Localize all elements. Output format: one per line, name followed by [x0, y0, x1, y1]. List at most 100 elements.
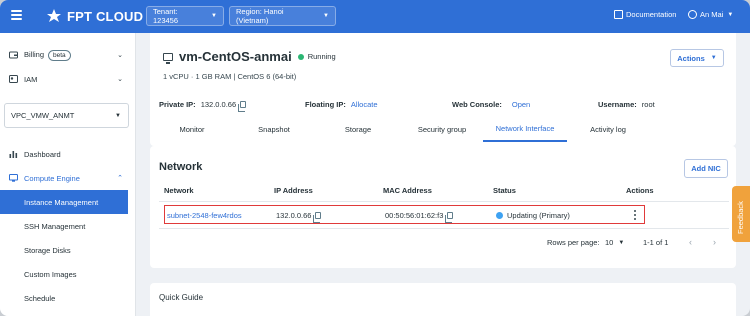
user-name: An Mai [700, 10, 724, 19]
ip-cell: 132.0.0.66 [276, 211, 322, 223]
web-console-info: Web Console: Open [452, 100, 530, 109]
sidebar-item-ssh-management[interactable]: SSH Management [0, 214, 128, 238]
sidebar-item-dashboard[interactable]: Dashboard [0, 143, 136, 165]
column-header-ip-address: IP Address [274, 186, 313, 195]
app-window: FPT CLOUD Tenant: 123456 ▼ Region: Hanoi… [0, 0, 750, 316]
tab-monitor[interactable]: Monitor [160, 117, 224, 142]
sidebar-item-label: Dashboard [24, 149, 61, 159]
status-cell: Updating (Primary) [496, 211, 570, 220]
column-header-actions: Actions [626, 186, 654, 195]
chevron-down-icon: ▼ [618, 239, 625, 246]
floating-ip-info: Floating IP: Allocate [305, 100, 378, 109]
status-dot [496, 212, 503, 219]
actions-button[interactable]: Actions ▼ [670, 49, 724, 67]
chevron-up-icon: ⌃ [117, 175, 123, 182]
vm-detail-card: vm-CentOS-anmai Running 1 vCPU · 1 GB RA… [150, 33, 736, 146]
wallet-icon [9, 51, 18, 59]
tab-network-interface[interactable]: Network Interface [483, 117, 567, 142]
rows-per-page-select[interactable]: 10 ▼ [605, 238, 624, 247]
menu-icon[interactable] [11, 10, 22, 20]
chevron-down-icon: ▼ [323, 13, 329, 19]
network-title: Network [159, 161, 203, 173]
username-info: Username: root [598, 100, 655, 109]
column-header-status: Status [493, 186, 516, 195]
region-select[interactable]: Region: Hanoi (Vietnam) ▼ [229, 6, 336, 26]
bar-chart-icon [9, 151, 18, 158]
ip-value: 132.0.0.66 [276, 211, 312, 220]
vm-specs: 1 vCPU · 1 GB RAM | CentOS 6 (64-bit) [163, 72, 297, 81]
vm-tabs: Monitor Snapshot Storage Security group … [150, 117, 736, 142]
column-header-network: Network [164, 186, 194, 195]
documentation-link[interactable]: Documentation [614, 10, 676, 19]
network-cell: subnet-2548-few4rdos [167, 211, 242, 220]
rows-per-page-value: 10 [605, 238, 614, 247]
vpc-select[interactable]: VPC_VMW_ANMT ▼ [4, 103, 129, 128]
status-dot [297, 53, 304, 60]
chevron-down-icon: ▼ [710, 55, 717, 61]
actions-label: Actions [677, 53, 705, 63]
mac-cell: 00:50:56:01:62:f3 [385, 211, 454, 223]
feedback-tab[interactable]: Feedback [732, 186, 750, 242]
private-ip-value: 132.0.0.66 [200, 100, 237, 109]
vpc-value: VPC_VMW_ANMT [11, 111, 75, 120]
vm-status: Running [307, 52, 336, 61]
sidebar-item-compute-engine[interactable]: Compute Engine ⌃ [0, 167, 136, 189]
rows-per-page-label: Rows per page: [547, 238, 600, 247]
monitor-icon [9, 174, 18, 182]
header-divider [159, 201, 729, 202]
copy-icon[interactable] [445, 212, 454, 223]
open-console-link[interactable]: Open [512, 100, 530, 109]
sidebar-item-storage-disks[interactable]: Storage Disks [0, 238, 128, 262]
vm-name: vm-CentOS-anmai [179, 49, 292, 64]
network-card: Network Add NIC Network IP Address MAC A… [150, 146, 736, 268]
tab-activity-log[interactable]: Activity log [576, 117, 640, 142]
sidebar-item-iam[interactable]: IAM ⌄ [0, 68, 136, 90]
book-icon [614, 10, 623, 19]
next-page-icon[interactable]: › [713, 237, 716, 247]
logo-icon [47, 9, 61, 22]
chevron-down-icon: ⌄ [117, 52, 123, 59]
username-label: Username: [598, 100, 637, 109]
mac-value: 00:50:56:01:62:f3 [385, 211, 444, 220]
sidebar-item-instance-management[interactable]: Instance Management [0, 190, 128, 214]
copy-icon[interactable] [313, 212, 322, 223]
copy-icon[interactable] [238, 101, 247, 112]
tenant-select[interactable]: Tenant: 123456 ▼ [146, 6, 224, 26]
user-menu[interactable]: An Mai ▼ [688, 10, 733, 19]
sidebar-item-custom-images[interactable]: Custom Images [0, 262, 128, 286]
web-console-label: Web Console: [452, 100, 502, 109]
logo-text: FPT CLOUD [67, 8, 144, 24]
sidebar-item-billing[interactable]: Billing beta ⌄ [0, 44, 136, 66]
chevron-down-icon: ▼ [211, 13, 217, 19]
chevron-down-icon: ▼ [115, 112, 121, 119]
tab-security-group[interactable]: Security group [410, 117, 474, 142]
beta-badge: beta [48, 49, 71, 61]
quick-guide-card: Quick Guide [150, 283, 736, 316]
allocate-link[interactable]: Allocate [351, 100, 378, 109]
tab-storage[interactable]: Storage [326, 117, 390, 142]
user-icon [688, 10, 697, 19]
floating-ip-label: Floating IP: [305, 100, 346, 109]
chevron-down-icon: ▼ [727, 11, 734, 18]
row-divider [159, 228, 729, 229]
chevron-down-icon: ⌄ [117, 76, 123, 83]
logo[interactable]: FPT CLOUD [44, 6, 143, 26]
prev-page-icon[interactable]: ‹ [689, 237, 692, 247]
add-nic-button[interactable]: Add NIC [684, 159, 728, 178]
pagination-range: 1-1 of 1 [643, 238, 669, 247]
tab-snapshot[interactable]: Snapshot [242, 117, 306, 142]
subnet-link[interactable]: subnet-2548-few4rdos [167, 211, 242, 220]
top-bar: FPT CLOUD Tenant: 123456 ▼ Region: Hanoi… [0, 0, 750, 33]
vm-title: vm-CentOS-anmai Running [163, 49, 336, 64]
monitor-icon [163, 52, 173, 64]
private-ip-info: Private IP: 132.0.0.66 [159, 100, 247, 112]
documentation-label: Documentation [626, 10, 677, 19]
sidebar-item-label: Compute Engine [24, 173, 80, 183]
column-header-mac-address: MAC Address [383, 186, 432, 195]
id-card-icon [9, 75, 18, 83]
sidebar-item-label: Billing [24, 49, 45, 59]
tenant-label: Tenant: 123456 [153, 7, 179, 25]
sidebar-item-schedule[interactable]: Schedule [0, 286, 128, 310]
feedback-label: Feedback [736, 201, 745, 234]
more-vertical-icon[interactable] [634, 210, 637, 221]
